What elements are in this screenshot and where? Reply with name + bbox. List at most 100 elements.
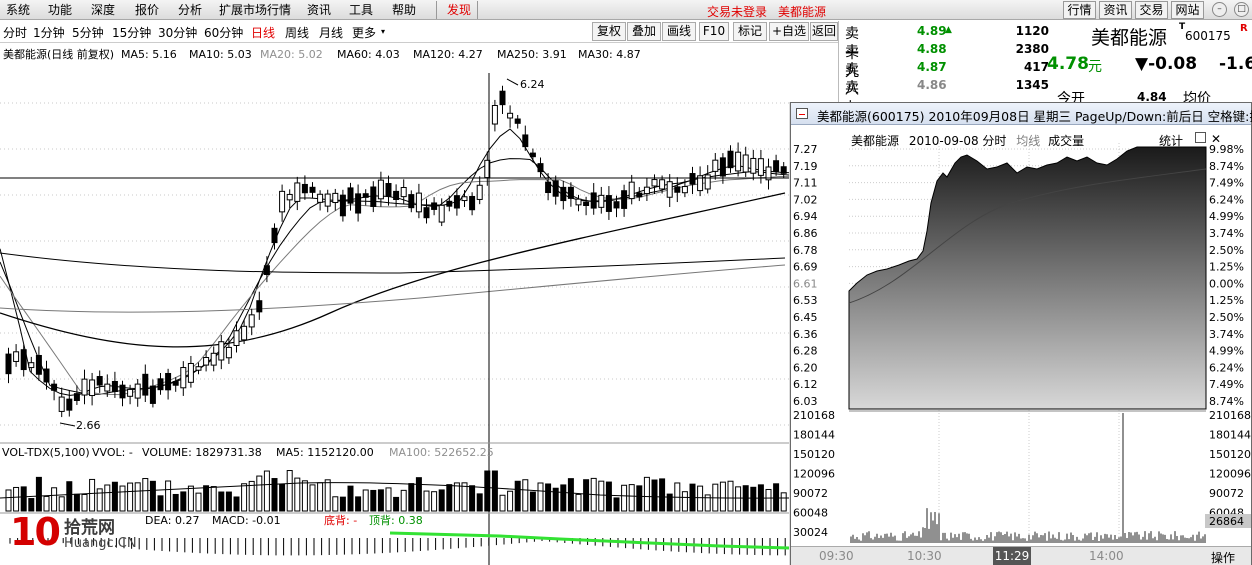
candle-body	[507, 112, 514, 119]
top-divergence-label: 顶背: 0.38	[369, 513, 423, 527]
website-button[interactable]: 网站	[1171, 1, 1204, 19]
period-30min[interactable]: 30分钟	[158, 24, 197, 41]
volume-bar	[218, 491, 225, 512]
mark-button[interactable]: 标记	[733, 22, 767, 41]
percent-tick: 6.24%	[1209, 361, 1244, 374]
ma-line	[0, 128, 790, 396]
menu-depth[interactable]: 深度	[91, 2, 115, 18]
period-daily[interactable]: 日线	[251, 24, 275, 41]
period-more[interactable]: 更多	[352, 24, 376, 41]
sell-price: 4.87	[917, 60, 947, 74]
candle-body	[35, 354, 42, 375]
candle-body	[461, 196, 468, 202]
kline-svg[interactable]: 美都能源(日线 前复权) MA5: 5.16 MA10: 5.03 MA20: …	[0, 43, 790, 565]
last-price-unit: 元	[1088, 59, 1102, 75]
watermark-name: 拾荒网	[64, 518, 115, 538]
stock-title-r: R	[1240, 23, 1248, 34]
add-favorite-button[interactable]: +自选	[769, 22, 809, 41]
ma-lines	[0, 128, 790, 396]
volume-bar	[621, 484, 628, 512]
f10-button[interactable]: F10	[699, 22, 729, 41]
price-tick: 6.69	[793, 261, 818, 274]
pin-icon[interactable]	[1195, 132, 1206, 143]
menu-quote[interactable]: 报价	[135, 2, 159, 18]
volume-bar	[719, 481, 726, 512]
ma10-label: MA10: 5.03	[189, 48, 252, 61]
candle-body	[28, 362, 35, 369]
volume-bar	[438, 489, 445, 512]
menu-tools[interactable]: 工具	[349, 2, 373, 18]
percent-tick: 4.99%	[1209, 345, 1244, 358]
volume-bar	[575, 493, 582, 512]
price-tick: 6.20	[793, 361, 818, 374]
period-60min[interactable]: 60分钟	[204, 24, 243, 41]
candle-body	[324, 193, 331, 207]
market-button[interactable]: 行情	[1063, 1, 1096, 19]
draw-line-button[interactable]: 画线	[662, 22, 696, 41]
price-tick: 6.86	[793, 227, 818, 240]
volume-bar	[370, 489, 377, 512]
adjust-button[interactable]: 复权	[592, 22, 626, 41]
menu-extended-market[interactable]: 扩展市场行情	[219, 2, 291, 18]
intraday-price-area	[848, 146, 1207, 410]
candle-body	[286, 193, 293, 201]
vol-ma5-label: MA5: 1152120.00	[276, 446, 374, 459]
login-status[interactable]: 交易未登录	[707, 3, 767, 20]
operate-button[interactable]: 操作	[1211, 549, 1235, 565]
candle-body	[43, 368, 50, 383]
watermark-domain: Huangc.CN	[64, 536, 137, 551]
volume-bar	[431, 491, 438, 512]
period-15min[interactable]: 15分钟	[112, 24, 151, 41]
period-1min[interactable]: 1分钟	[33, 24, 65, 41]
kline-chart-area[interactable]: 美都能源(日线 前复权) MA5: 5.16 MA10: 5.03 MA20: …	[0, 43, 790, 565]
news-button[interactable]: 资讯	[1099, 1, 1132, 19]
volume-bar	[651, 479, 658, 512]
volume-bar	[408, 483, 415, 512]
vvol-label: VVOL: -	[92, 446, 133, 459]
candle-body	[355, 193, 362, 214]
candle-body	[309, 186, 316, 193]
intraday-popup-window[interactable]: 美都能源(600175) 2010年09月08日 星期三 PageUp/Down…	[790, 102, 1252, 565]
period-weekly[interactable]: 周线	[285, 24, 309, 41]
volume-bar	[780, 492, 787, 512]
candle-body	[393, 190, 400, 201]
minimize-icon[interactable]: –	[1212, 2, 1227, 17]
candle-body	[149, 385, 156, 404]
trade-button[interactable]: 交易	[1135, 1, 1168, 19]
candle-body	[119, 384, 126, 399]
period-intraday[interactable]: 分时	[3, 24, 27, 41]
intraday-chart-svg[interactable]: 7.27 7.19 7.11 7.02 6.94 6.86 6.78 6.69 6.61 6.53…	[791, 143, 1251, 546]
popup-titlebar[interactable]: 美都能源(600175) 2010年09月08日 星期三 PageUp/Down…	[791, 103, 1252, 125]
sell-volume: 1120	[1015, 24, 1049, 38]
menu-help[interactable]: 帮助	[392, 2, 416, 18]
vol-ma100-label: MA100: 522652.25	[389, 446, 494, 459]
volume-bar	[339, 496, 346, 512]
percent-tick: 2.50%	[1209, 244, 1244, 257]
menu-discover[interactable]: 发现	[447, 2, 471, 18]
volume-bar	[507, 490, 514, 512]
menu-stock-name: 美都能源	[778, 5, 827, 19]
candle-body	[362, 193, 369, 198]
candle-body	[89, 379, 96, 397]
candle-body	[58, 396, 65, 412]
volume-bar	[636, 485, 643, 512]
candle-body	[400, 187, 407, 198]
period-5min[interactable]: 5分钟	[72, 24, 104, 41]
volume-tick-right: 180144	[1209, 429, 1251, 442]
candle-body	[476, 184, 483, 200]
price-tick: 6.36	[793, 328, 818, 341]
maximize-icon[interactable]: □	[1234, 2, 1249, 17]
chevron-down-icon[interactable]: ▾	[381, 27, 385, 36]
volume-bar	[529, 491, 536, 512]
menu-analysis[interactable]: 分析	[178, 2, 202, 18]
volume-bar	[225, 491, 232, 512]
period-monthly[interactable]: 月线	[319, 24, 343, 41]
up-arrow-icon: ▲	[945, 25, 952, 35]
menu-function[interactable]: 功能	[48, 2, 72, 18]
overlay-button[interactable]: 叠加	[627, 22, 661, 41]
back-button[interactable]: 返回	[810, 22, 838, 41]
percent-tick: 0.00%	[1209, 277, 1244, 290]
menu-system[interactable]: 系统	[6, 2, 30, 18]
volume-bar	[324, 479, 331, 512]
menu-news[interactable]: 资讯	[307, 2, 331, 18]
